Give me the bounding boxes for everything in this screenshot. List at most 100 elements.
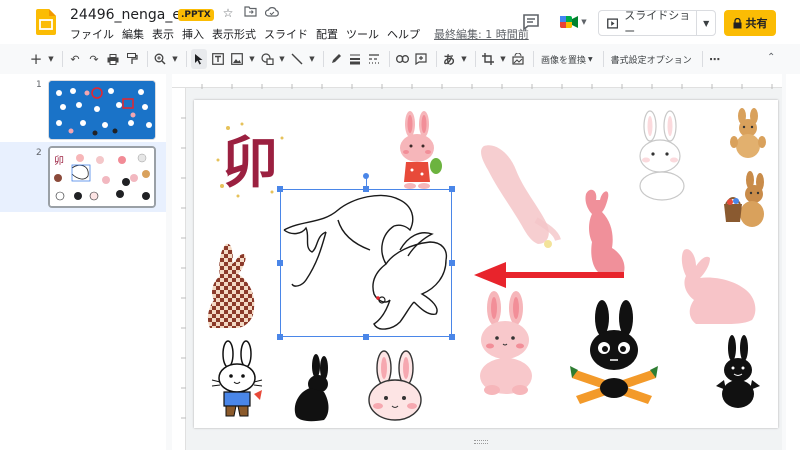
- start-slideshow[interactable]: スライドショー: [599, 9, 698, 38]
- black-sitting-rabbit-image[interactable]: [290, 354, 334, 424]
- format-options-button[interactable]: 書式設定オプション: [608, 49, 695, 69]
- shape-dropdown-icon[interactable]: ▼: [278, 49, 286, 69]
- resize-handle-s[interactable]: [363, 334, 369, 340]
- last-edit-link[interactable]: 最終編集: 1 時間前: [430, 26, 533, 42]
- redo-icon[interactable]: ↷: [86, 49, 102, 69]
- new-slide-button[interactable]: +: [28, 49, 44, 69]
- pen-color-icon[interactable]: [328, 49, 344, 69]
- menu-view[interactable]: 表示: [148, 26, 178, 42]
- rabbit-basket-image[interactable]: [720, 170, 768, 230]
- document-title[interactable]: 24496_nenga_eto: [70, 7, 195, 23]
- reset-image-icon[interactable]: [510, 49, 526, 69]
- resize-handle-nw[interactable]: [277, 186, 283, 192]
- link-icon[interactable]: [394, 49, 410, 69]
- watercolor-rabbit-image[interactable]: [476, 140, 562, 252]
- resize-handle-e[interactable]: [449, 260, 455, 266]
- calligraphy-char: 卯: [222, 130, 278, 196]
- crop-icon[interactable]: [480, 49, 496, 69]
- print-icon[interactable]: [105, 49, 121, 69]
- selection-box: [280, 189, 452, 337]
- comment-icon[interactable]: [520, 12, 542, 32]
- app-window: 24496_nenga_eto .PPTX ☆ ファイル 編集 表示 挿入 表示…: [0, 0, 800, 450]
- slideshow-label: スライドショー: [624, 9, 691, 38]
- cloud-status-icon[interactable]: [264, 6, 280, 20]
- input-tools-button[interactable]: あ: [441, 49, 457, 69]
- border-dash-icon[interactable]: [366, 49, 382, 69]
- toolbar-divider: [389, 51, 390, 67]
- horizontal-ruler: [172, 74, 782, 89]
- toolbar-divider: [147, 51, 148, 67]
- slideshow-button[interactable]: スライドショー ▼: [598, 9, 716, 38]
- more-options-icon[interactable]: ⋯: [707, 49, 723, 69]
- cartoon-rabbit-shirt-image[interactable]: [210, 340, 266, 424]
- toolbar-divider: [62, 51, 63, 67]
- collapse-menus-icon[interactable]: ⌃: [767, 52, 775, 63]
- insert-image-icon[interactable]: [229, 49, 245, 69]
- add-comment-icon[interactable]: [413, 49, 429, 69]
- toolbar-divider: [602, 51, 604, 67]
- meet-icon: [560, 16, 579, 28]
- zoom-dropdown-icon[interactable]: ▼: [171, 49, 179, 69]
- slide-thumbnail-1[interactable]: [48, 80, 156, 140]
- text-box-icon[interactable]: [210, 49, 226, 69]
- panel-resize-handle[interactable]: [474, 440, 488, 444]
- menu-insert[interactable]: 挿入: [178, 26, 208, 42]
- toolbar-divider: [533, 51, 534, 67]
- menu-help[interactable]: ヘルプ: [383, 26, 424, 42]
- menu-slide[interactable]: スライド: [260, 26, 312, 42]
- checkered-rabbit-image[interactable]: [204, 242, 260, 330]
- svg-text:卯: 卯: [54, 155, 64, 167]
- select-cursor-icon[interactable]: [191, 49, 207, 69]
- toolbar-divider: [475, 51, 476, 67]
- resize-handle-ne[interactable]: [449, 186, 455, 192]
- line-icon[interactable]: [289, 49, 305, 69]
- vertical-ruler: [172, 88, 186, 450]
- resize-handle-n[interactable]: [363, 186, 369, 192]
- white-sitting-rabbit-image[interactable]: [628, 110, 692, 202]
- new-slide-dropdown-icon[interactable]: ▼: [47, 49, 55, 69]
- share-label: 共有: [745, 17, 768, 30]
- menu-arrange[interactable]: 配置: [312, 26, 342, 42]
- pink-rabbit-bag-image[interactable]: [392, 110, 444, 190]
- slideshow-dropdown-icon[interactable]: ▼: [697, 19, 715, 28]
- replace-image-button[interactable]: 画像を置換 ▼: [538, 49, 596, 69]
- menu-format[interactable]: 表示形式: [208, 26, 260, 42]
- red-arrow-annotation: [470, 260, 626, 290]
- title-icons: ☆: [220, 6, 280, 20]
- pink-silhouette-rabbit-image[interactable]: [674, 246, 758, 326]
- toolbar: + ▼ ↶ ↷ ▼ ▼ ▼ ▼ あ ▼ ▼ 画像を置換 ▼ 書式設定オプション …: [28, 48, 784, 70]
- resize-handle-sw[interactable]: [277, 334, 283, 340]
- crop-dropdown-icon[interactable]: ▼: [499, 49, 507, 69]
- menu-edit[interactable]: 編集: [118, 26, 148, 42]
- shape-icon[interactable]: [259, 49, 275, 69]
- share-button[interactable]: 共有: [724, 10, 776, 36]
- slideshow-icon: [607, 17, 619, 29]
- resize-handle-se[interactable]: [449, 334, 455, 340]
- border-weight-icon[interactable]: [347, 49, 363, 69]
- slide-number: 1: [36, 80, 42, 90]
- vertical-scrollbar[interactable]: [786, 74, 800, 450]
- zoom-icon[interactable]: [152, 49, 168, 69]
- menu-tools[interactable]: ツール: [342, 26, 383, 42]
- paint-format-icon[interactable]: [124, 49, 140, 69]
- move-to-folder-icon[interactable]: [242, 6, 258, 20]
- undo-icon[interactable]: ↶: [67, 49, 83, 69]
- pink-sitting-rabbit-image[interactable]: [470, 290, 542, 398]
- slide-thumbnail-2[interactable]: 卯: [48, 146, 156, 208]
- input-tools-dropdown-icon[interactable]: ▼: [460, 49, 468, 69]
- star-icon[interactable]: ☆: [220, 6, 236, 20]
- menu-file[interactable]: ファイル: [66, 26, 118, 42]
- plush-rabbit-image[interactable]: [728, 108, 768, 160]
- lock-icon: [733, 17, 741, 28]
- resize-handle-w[interactable]: [277, 260, 283, 266]
- header: 24496_nenga_eto .PPTX ☆ ファイル 編集 表示 挿入 表示…: [0, 0, 800, 44]
- slides-logo-icon[interactable]: [36, 9, 56, 35]
- black-rabbit-carrot-image[interactable]: [570, 300, 658, 408]
- replace-image-label: 画像を置換: [541, 55, 587, 66]
- image-dropdown-icon[interactable]: ▼: [248, 49, 256, 69]
- black-standing-rabbit-image[interactable]: [712, 334, 764, 410]
- meet-button[interactable]: ▼: [556, 10, 590, 34]
- pink-face-rabbit-image[interactable]: [364, 350, 426, 422]
- toolbar-divider: [436, 51, 437, 67]
- line-dropdown-icon[interactable]: ▼: [308, 49, 316, 69]
